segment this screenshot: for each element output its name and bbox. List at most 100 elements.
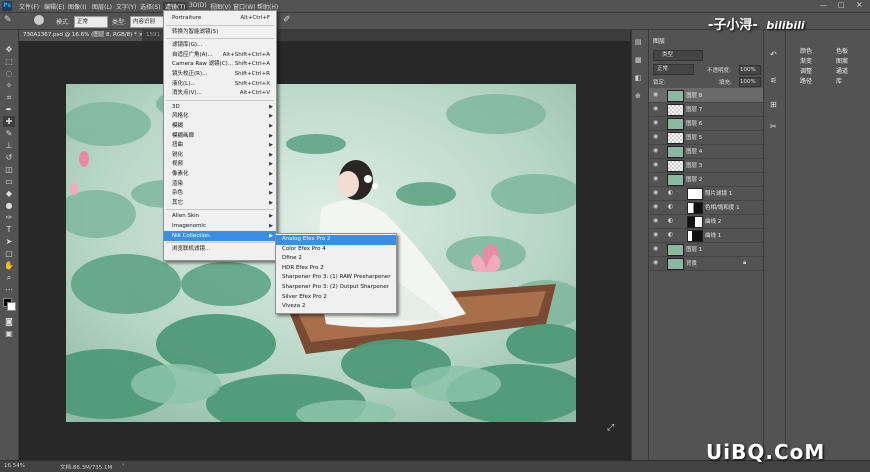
nik-menu-item[interactable]: Color Efex Pro 4 [276, 245, 396, 255]
filter-menu-item[interactable]: Portraiture Alt+Ctrl+F [164, 13, 276, 23]
marquee-tool-icon[interactable]: ⬚ [3, 56, 15, 67]
filter-menu-item[interactable]: 锐化 ▶ [164, 150, 276, 160]
quick-mask-icon[interactable]: ◙ [3, 316, 15, 327]
visibility-eye-icon[interactable]: ◉ [653, 189, 661, 197]
visibility-eye-icon[interactable]: ◉ [653, 147, 661, 155]
dodge-tool-icon[interactable]: ● [3, 200, 15, 211]
visibility-eye-icon[interactable]: ◉ [653, 105, 661, 113]
filter-menu-item[interactable]: 消失点(V)... Alt+Ctrl+V [164, 88, 276, 98]
quick-select-tool-icon[interactable]: ✧ [3, 80, 15, 91]
visibility-eye-icon[interactable]: ◉ [653, 161, 661, 169]
layer-row[interactable]: ◉ ◐ 色相/饱和度 1 [649, 200, 763, 215]
maximize-icon[interactable]: □ [838, 1, 845, 9]
menu-file[interactable]: 文件(F) [19, 2, 39, 11]
filter-menu-item[interactable]: 其它 ▶ [164, 198, 276, 208]
menu-layer[interactable]: 图层(L) [92, 2, 112, 11]
nik-menu-item[interactable]: Sharpener Pro 3: (2) Output Sharpener [276, 283, 396, 293]
healing-tool-icon[interactable]: ✚ [3, 116, 15, 127]
type-select[interactable]: 内容识别 [130, 16, 164, 28]
filter-menu-item[interactable]: 自适应广角(A)... Alt+Shift+Ctrl+A [164, 50, 276, 60]
menu-image[interactable]: 图像(I) [68, 2, 86, 11]
opacity-input[interactable]: 100% [739, 65, 761, 75]
filter-menu-item[interactable]: 像素化 ▶ [164, 169, 276, 179]
visibility-eye-icon[interactable]: ◉ [653, 231, 661, 239]
stamp-tool-icon[interactable]: ⊥ [3, 140, 15, 151]
panel-tab-library[interactable]: 库 [836, 76, 842, 85]
layer-mask-thumbnail[interactable] [687, 230, 703, 242]
filter-menu-item[interactable]: Alien Skin ▶ [164, 211, 276, 221]
more-tools-icon[interactable]: ⋯ [3, 284, 15, 295]
filter-menu-item[interactable]: 风格化 ▶ [164, 111, 276, 121]
filter-menu-item[interactable]: 转换为智能滤镜(S) [164, 27, 276, 37]
visibility-eye-icon[interactable]: ◉ [653, 203, 661, 211]
panel-icon-1[interactable]: ▤ [635, 38, 642, 46]
hand-tool-icon[interactable]: ✋ [3, 260, 15, 271]
screen-mode-icon[interactable]: ▣ [3, 328, 15, 339]
filter-menu-item[interactable]: 扭曲 ▶ [164, 140, 276, 150]
panel-tab-color[interactable]: 颜色 [800, 46, 812, 55]
menu-type[interactable]: 文字(Y) [116, 2, 136, 11]
layer-row[interactable]: ◉ 图层 4 [649, 144, 763, 159]
brush-settings-icon[interactable]: ✂ [770, 122, 777, 131]
layer-row[interactable]: ◉ 图层 8 [649, 88, 763, 103]
layer-mask-thumbnail[interactable] [687, 216, 703, 228]
layer-row[interactable]: ◉ 图层 7 [649, 102, 763, 117]
eraser-tool-icon[interactable]: ◫ [3, 164, 15, 175]
adjust-icon[interactable]: ⚟ [770, 76, 777, 85]
layer-row[interactable]: ◉ 图层 2 [649, 172, 763, 187]
nik-menu-item[interactable]: Analog Efex Pro 2 [276, 235, 396, 245]
tab-other-document[interactable]: 1591 [142, 30, 164, 41]
menu-edit[interactable]: 编辑(E) [44, 2, 64, 11]
fill-input[interactable]: 100% [739, 77, 761, 87]
panel-icon-4[interactable]: ⊕ [635, 92, 641, 100]
pressure-icon[interactable]: ✐ [283, 15, 291, 25]
visibility-eye-icon[interactable]: ◉ [653, 259, 661, 267]
layer-row[interactable]: ◉ 图层 3 [649, 158, 763, 173]
menu-select[interactable]: 选择(S) [140, 2, 161, 11]
visibility-eye-icon[interactable]: ◉ [653, 175, 661, 183]
layer-mask-thumbnail[interactable] [687, 188, 703, 200]
history-brush-tool-icon[interactable]: ↺ [3, 152, 15, 163]
layer-row[interactable]: ◉ 图层 1 [649, 242, 763, 257]
visibility-eye-icon[interactable]: ◉ [653, 91, 661, 99]
panel-tab-gradient[interactable]: 渐变 [800, 56, 812, 65]
tab-document[interactable]: 730A1367.psd @ 16.6% (图层 8, RGB/8) * × [19, 30, 148, 41]
layer-row[interactable]: ◉ ◐ 曲线 1 [649, 228, 763, 243]
visibility-eye-icon[interactable]: ◉ [653, 119, 661, 127]
panel-tab-pattern[interactable]: 图案 [836, 56, 848, 65]
visibility-eye-icon[interactable]: ◉ [653, 133, 661, 141]
shape-tool-icon[interactable]: ▢ [3, 248, 15, 259]
move-tool-icon[interactable]: ✥ [3, 44, 15, 55]
properties-icon[interactable]: ⊞ [770, 100, 777, 109]
filter-menu-item[interactable]: Imagenomic ▶ [164, 221, 276, 231]
brush-size-icon[interactable] [34, 15, 44, 25]
layer-row[interactable]: ◉ ◐ 照片滤镜 1 [649, 186, 763, 201]
filter-menu-item[interactable]: 液化(L)... Shift+Ctrl+X [164, 79, 276, 89]
lasso-tool-icon[interactable]: ◌ [3, 68, 15, 79]
layer-row[interactable]: ◉ 图层 5 [649, 130, 763, 145]
panel-icon-2[interactable]: ▦ [635, 56, 642, 64]
layer-row[interactable]: ◉ 图层 6 [649, 116, 763, 131]
filter-menu-item[interactable]: 渲染 ▶ [164, 179, 276, 189]
layer-mask-thumbnail[interactable] [687, 202, 703, 214]
filter-menu-item[interactable]: 镜头校正(R)... Shift+Ctrl+R [164, 69, 276, 79]
filter-menu-item[interactable]: 3D ▶ [164, 102, 276, 112]
nik-menu-item[interactable]: Viveza 2 [276, 302, 396, 312]
zoom-tool-icon[interactable]: ⌕ [3, 272, 15, 283]
path-select-tool-icon[interactable]: ➤ [3, 236, 15, 247]
brush-tool-icon[interactable]: ✎ [3, 128, 15, 139]
layer-filter-select[interactable]: 类型 [653, 50, 703, 61]
pen-tool-icon[interactable]: ✑ [3, 212, 15, 223]
filter-menu-item[interactable]: 模糊 ▶ [164, 121, 276, 131]
nik-menu-item[interactable]: Dfine 2 [276, 254, 396, 264]
panel-icon-3[interactable]: ◧ [635, 74, 642, 82]
filter-menu-item[interactable]: 浏览联机滤镜... [164, 244, 276, 254]
text-tool-icon[interactable]: T [3, 224, 15, 235]
gradient-tool-icon[interactable]: ▭ [3, 176, 15, 187]
filter-menu-item[interactable]: Nik Collection ▶ [164, 230, 276, 241]
nik-menu-item[interactable]: HDR Efex Pro 2 [276, 264, 396, 274]
close-window-icon[interactable]: × [856, 0, 863, 9]
mode-select[interactable]: 正常 [74, 16, 108, 28]
background-color-swatch[interactable] [7, 302, 16, 311]
panel-tab-channels[interactable]: 通道 [836, 66, 848, 75]
